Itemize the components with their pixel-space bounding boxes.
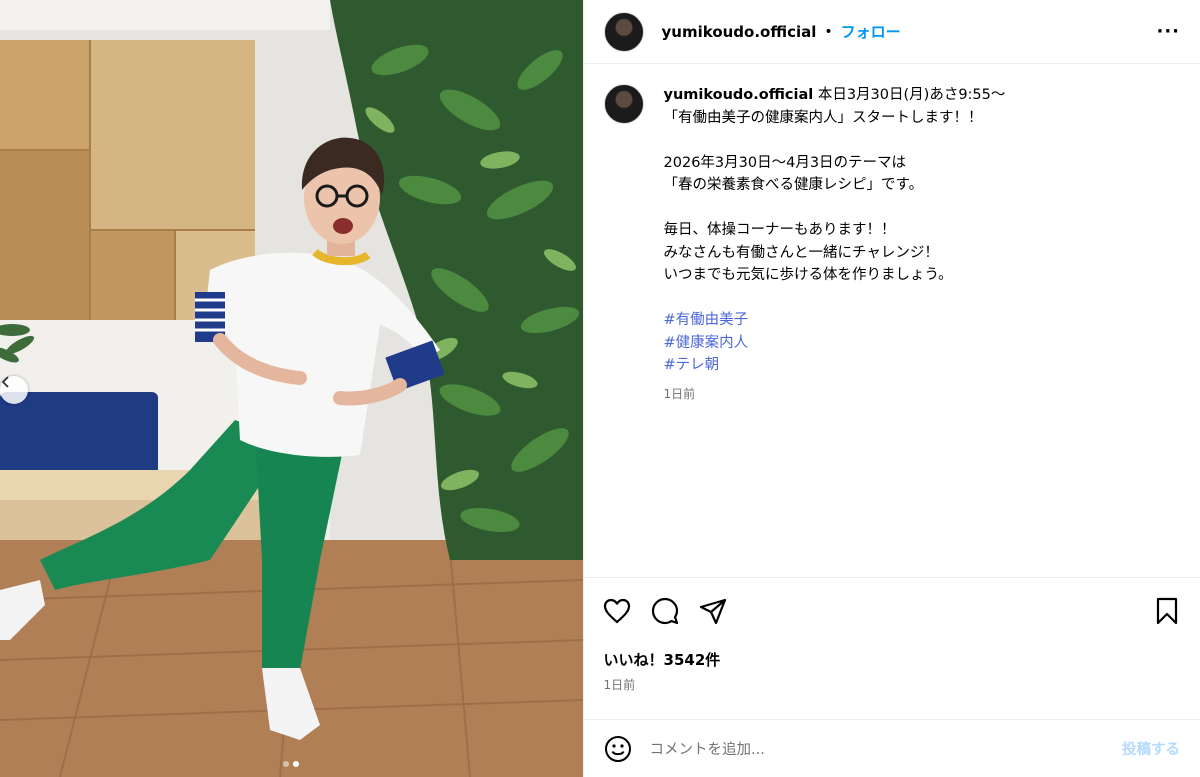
- avatar[interactable]: [603, 11, 644, 52]
- chevron-left-icon: [1, 376, 9, 388]
- comment-input[interactable]: コメントを追加...: [650, 738, 1122, 759]
- post-media[interactable]: [0, 0, 583, 777]
- like-count[interactable]: いいね！3542件: [584, 649, 1200, 670]
- hashtag-link[interactable]: #健康案内人: [664, 332, 1006, 355]
- heart-icon: [603, 598, 630, 623]
- caption-line-4: 2026年3月30日〜4月3日のテーマは: [663, 154, 907, 171]
- post-side-panel: yumikoudo.official • フォロー ··· yumikoudo.…: [582, 0, 1200, 777]
- post-photo: [0, 0, 583, 777]
- carousel-indicator: [0, 761, 583, 767]
- previous-image-button[interactable]: [0, 376, 28, 404]
- hashtag-link[interactable]: #有働由美子: [664, 309, 1006, 332]
- post-comment-button[interactable]: 投稿する: [1122, 738, 1180, 759]
- caption-line-2: 「有働由美子の健康案内人」スタートします！！: [663, 109, 983, 126]
- save-button[interactable]: [1152, 596, 1182, 626]
- bookmark-icon: [1156, 597, 1178, 624]
- comment-bar: コメントを追加... 投稿する: [583, 719, 1200, 777]
- caption-line-5: 「春の栄養素食べる健康レシピ」です。: [663, 177, 924, 193]
- caption-line-1: yumikoudo.official 本日3月30日(月)あさ9:55〜: [663, 87, 1006, 103]
- caption-line-9: いつまでも元気に歩ける体を作りましょう。: [663, 267, 953, 283]
- emoji-icon[interactable]: [604, 735, 632, 763]
- caption-text: yumikoudo.official 本日3月30日(月)あさ9:55〜 「有働…: [664, 84, 1006, 577]
- caption-avatar[interactable]: [603, 84, 644, 124]
- caption-area: yumikoudo.official 本日3月30日(月)あさ9:55〜 「有働…: [584, 64, 1200, 577]
- paper-plane-icon: [699, 598, 726, 624]
- carousel-dot-active: [293, 761, 300, 767]
- share-button[interactable]: [698, 596, 728, 626]
- comment-button[interactable]: [650, 596, 680, 626]
- follow-button[interactable]: フォロー: [841, 21, 901, 42]
- caption-timestamp: 1日前: [663, 386, 696, 401]
- instagram-post: yumikoudo.official • フォロー ··· yumikoudo.…: [0, 0, 1200, 777]
- action-bar: [583, 577, 1200, 643]
- header-separator: •: [824, 23, 833, 40]
- header-username[interactable]: yumikoudo.official: [662, 23, 817, 41]
- hashtag-link[interactable]: #テレ朝: [664, 354, 1006, 377]
- post-timestamp[interactable]: 1日前: [584, 676, 1200, 693]
- like-button[interactable]: [602, 596, 632, 626]
- caption-line-7: 毎日、体操コーナーもあります！！: [663, 222, 896, 238]
- carousel-dot: [283, 761, 290, 767]
- post-header: yumikoudo.official • フォロー ···: [583, 0, 1200, 64]
- more-options-button[interactable]: ···: [1156, 21, 1180, 42]
- caption-username[interactable]: yumikoudo.official: [664, 87, 814, 103]
- comment-icon: [651, 597, 678, 624]
- caption-line-8: みなさんも有働さんと一緒にチャレンジ！: [663, 244, 939, 261]
